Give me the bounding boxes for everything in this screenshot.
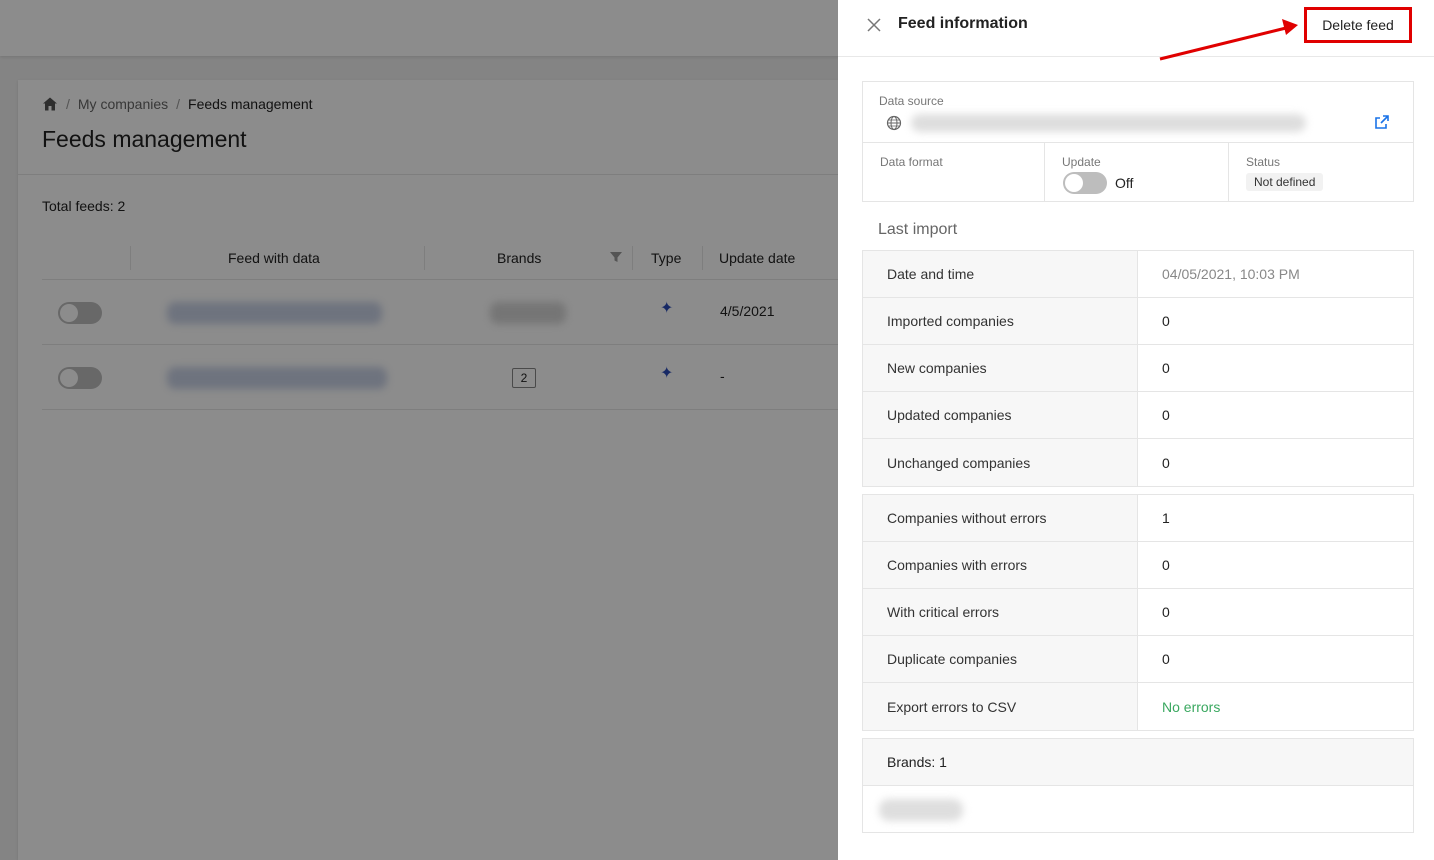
table-row: Duplicate companies 0 <box>863 636 1413 683</box>
table-row: Companies with errors 0 <box>863 542 1413 589</box>
update-cell: Update Off <box>1045 143 1228 202</box>
globe-icon <box>886 115 902 131</box>
data-source-url-redacted <box>911 114 1306 132</box>
stat-value: 0 <box>1162 604 1170 620</box>
table-row: Imported companies 0 <box>863 298 1413 345</box>
annotation-arrow-icon <box>1159 19 1298 61</box>
last-import-title: Last import <box>878 221 958 238</box>
table-row: Updated companies 0 <box>863 392 1413 439</box>
stat-value: 0 <box>1162 407 1170 423</box>
table-row: Export errors to CSV No errors <box>863 683 1413 730</box>
table-row: With critical errors 0 <box>863 589 1413 636</box>
status-cell: Status Not defined <box>1229 143 1413 202</box>
stat-label: Export errors to CSV <box>863 683 1138 730</box>
data-format-label: Data format <box>880 155 943 169</box>
table-row: Date and time 04/05/2021, 10:03 PM <box>863 251 1413 298</box>
stat-label: Updated companies <box>863 392 1138 438</box>
stat-label: Imported companies <box>863 298 1138 344</box>
toggle-knob <box>1065 174 1083 192</box>
status-badge: Not defined <box>1246 173 1324 191</box>
feed-info-drawer: Feed information Delete feed Data source… <box>838 0 1434 860</box>
stat-value: 0 <box>1162 454 1170 471</box>
stat-value: 0 <box>1162 557 1170 573</box>
update-toggle[interactable] <box>1063 172 1107 194</box>
stat-label: Companies without errors <box>863 495 1138 541</box>
stat-label: Unchanged companies <box>863 439 1138 486</box>
brands-count: Brands: 1 <box>863 739 1413 786</box>
stat-value: 0 <box>1162 651 1170 667</box>
brand-redacted <box>879 799 963 821</box>
external-link-icon[interactable] <box>1374 114 1390 130</box>
data-source-label: Data source <box>879 94 944 108</box>
update-state: Off <box>1115 175 1134 191</box>
data-format-cell: Data format <box>863 143 1044 202</box>
stat-value: 0 <box>1162 313 1170 329</box>
table-row: New companies 0 <box>863 345 1413 392</box>
drawer-header: Feed information Delete feed <box>838 0 1434 61</box>
drawer-title: Feed information <box>898 15 1028 32</box>
data-source-panel: Data source Data format Update Off Statu… <box>862 81 1414 202</box>
table-row: Unchanged companies 0 <box>863 439 1413 486</box>
stat-value: 04/05/2021, 10:03 PM <box>1162 266 1300 282</box>
update-label: Update <box>1062 155 1101 169</box>
stat-label: Date and time <box>863 251 1138 297</box>
stat-label: Duplicate companies <box>863 636 1138 682</box>
stat-value: 0 <box>1162 360 1170 376</box>
table-row: Companies without errors 1 <box>863 495 1413 542</box>
close-icon[interactable] <box>866 17 882 33</box>
stat-value: 1 <box>1162 510 1170 526</box>
stat-label: New companies <box>863 345 1138 391</box>
stat-label: With critical errors <box>863 589 1138 635</box>
status-label: Status <box>1246 155 1281 169</box>
import-stats-table: Date and time 04/05/2021, 10:03 PM Impor… <box>862 250 1414 487</box>
export-errors-link[interactable]: No errors <box>1138 683 1413 730</box>
stat-label: Companies with errors <box>863 542 1138 588</box>
delete-feed-button[interactable]: Delete feed <box>1304 7 1412 43</box>
error-stats-table: Companies without errors 1 Companies wit… <box>862 494 1414 731</box>
brands-panel: Brands: 1 <box>862 738 1414 833</box>
